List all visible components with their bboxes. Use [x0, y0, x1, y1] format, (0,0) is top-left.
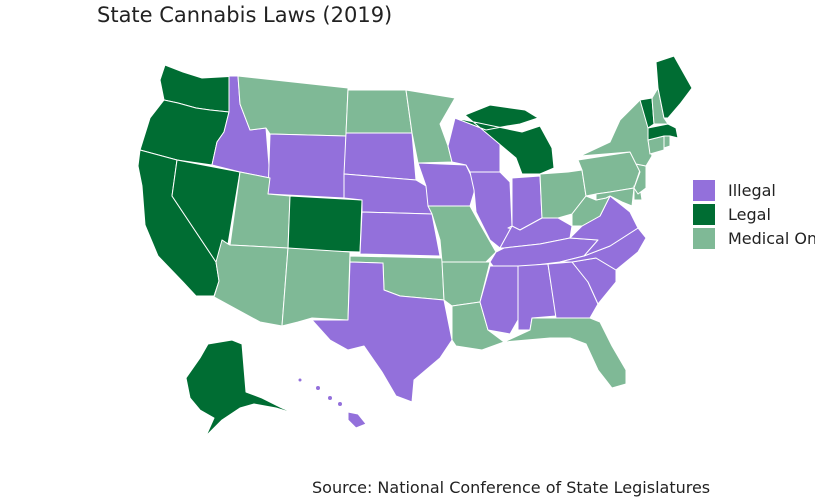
state-colorado[interactable]: [287, 195, 363, 253]
legend-label-legal: Legal: [728, 204, 771, 224]
state-north-dakota[interactable]: [345, 89, 413, 134]
legend-key-medical: [693, 227, 715, 249]
legend-item-legal: Legal: [693, 202, 815, 226]
legend-key-illegal: [693, 179, 715, 201]
hawaii-islet-4: [338, 402, 342, 406]
state-wyoming[interactable]: [267, 133, 347, 199]
legend-key-legal: [693, 203, 715, 225]
legend-item-medical: Medical Only: [693, 226, 815, 250]
state-kansas[interactable]: [359, 211, 441, 257]
hawaii-islet-3: [328, 396, 332, 400]
legend-item-illegal: Illegal: [693, 178, 815, 202]
legend: Illegal Legal Medical Only: [693, 178, 815, 250]
state-rhode-island[interactable]: [663, 135, 671, 149]
hawaii-islet-1: [298, 378, 302, 382]
hawaii-islet-2: [316, 386, 320, 390]
source-caption: Source: National Conference of State Leg…: [312, 478, 711, 497]
state-arizona[interactable]: [213, 239, 289, 327]
legend-label-illegal: Illegal: [728, 180, 776, 200]
state-montana[interactable]: [237, 75, 349, 137]
state-south-dakota[interactable]: [343, 132, 417, 181]
state-hawaii[interactable]: [347, 411, 367, 429]
legend-label-medical: Medical Only: [728, 228, 815, 248]
state-alaska[interactable]: [185, 339, 297, 437]
state-new-mexico[interactable]: [281, 247, 351, 327]
